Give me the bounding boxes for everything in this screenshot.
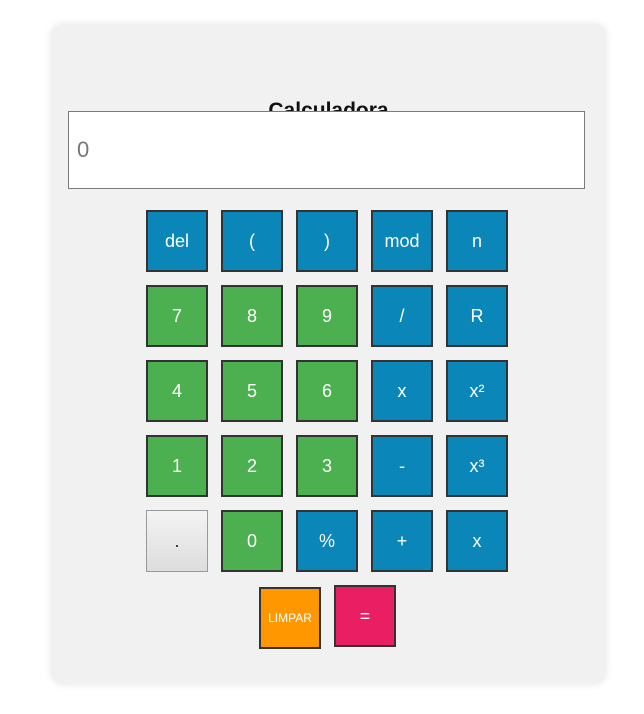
digit-8-button[interactable]: 8 (221, 285, 283, 347)
calculator-card: Calculadora del ( ) mod n 7 8 9 / R 4 5 … (51, 24, 606, 684)
clear-button[interactable]: LIMPAR (259, 587, 321, 649)
digit-6-button[interactable]: 6 (296, 360, 358, 422)
equals-button[interactable]: = (334, 585, 396, 647)
r-button[interactable]: R (446, 285, 508, 347)
minus-button[interactable]: - (371, 435, 433, 497)
digit-3-button[interactable]: 3 (296, 435, 358, 497)
multiply-button[interactable]: x (371, 360, 433, 422)
digit-4-button[interactable]: 4 (146, 360, 208, 422)
digit-9-button[interactable]: 9 (296, 285, 358, 347)
cube-button[interactable]: x³ (446, 435, 508, 497)
n-button[interactable]: n (446, 210, 508, 272)
digit-0-button[interactable]: 0 (221, 510, 283, 572)
digit-7-button[interactable]: 7 (146, 285, 208, 347)
close-parenthesis-button[interactable]: ) (296, 210, 358, 272)
delete-button[interactable]: del (146, 210, 208, 272)
calculator-display[interactable] (68, 111, 585, 189)
divide-button[interactable]: / (371, 285, 433, 347)
decimal-point-button[interactable]: . (146, 510, 208, 572)
percent-button[interactable]: % (296, 510, 358, 572)
digit-1-button[interactable]: 1 (146, 435, 208, 497)
x-button[interactable]: x (446, 510, 508, 572)
open-parenthesis-button[interactable]: ( (221, 210, 283, 272)
digit-5-button[interactable]: 5 (221, 360, 283, 422)
page: Calculadora del ( ) mod n 7 8 9 / R 4 5 … (0, 0, 644, 714)
digit-2-button[interactable]: 2 (221, 435, 283, 497)
mod-button[interactable]: mod (371, 210, 433, 272)
square-button[interactable]: x² (446, 360, 508, 422)
plus-button[interactable]: + (371, 510, 433, 572)
